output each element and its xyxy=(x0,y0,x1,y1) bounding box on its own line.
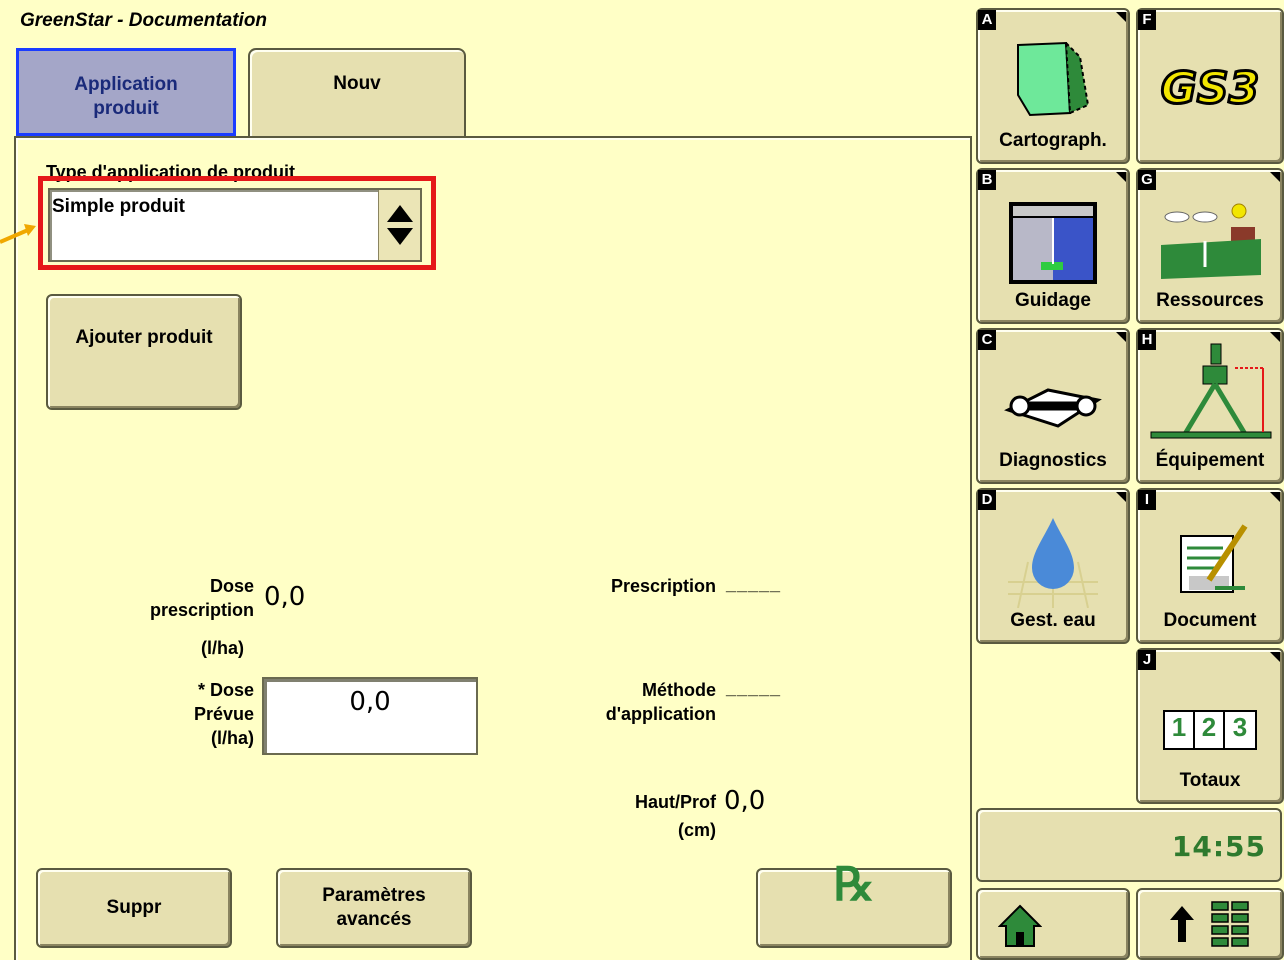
tile-letter: F xyxy=(1138,10,1156,30)
tab-label-line2: produit xyxy=(93,98,159,119)
dose-prescription-value: 0,0 xyxy=(264,582,306,612)
pointer-arrow-icon xyxy=(0,224,36,244)
totals-icon: 1 2 3 xyxy=(1138,710,1282,750)
corner-triangle-icon xyxy=(1116,172,1126,182)
tab-nouv[interactable]: Nouv xyxy=(248,48,466,136)
side-tile-cartograph[interactable]: A Cartograph. xyxy=(976,8,1130,164)
corner-triangle-icon xyxy=(1116,492,1126,502)
corner-triangle-icon xyxy=(1270,492,1280,502)
advanced-label-l2: avancés xyxy=(336,909,412,930)
side-tile-document[interactable]: I Document xyxy=(1136,488,1284,644)
app-title: GreenStar - Documentation xyxy=(20,10,268,31)
side-tile-guidage[interactable]: B Guidage xyxy=(976,168,1130,324)
tile-letter: B xyxy=(978,170,996,190)
tile-label: Gest. eau xyxy=(1010,610,1096,631)
advanced-settings-button[interactable]: Paramètres avancés xyxy=(276,868,472,948)
tab-label: Nouv xyxy=(333,73,381,94)
tile-label: Ressources xyxy=(1156,290,1264,311)
methode-application-label: Méthode d'application xyxy=(540,678,716,726)
side-tile-equipement[interactable]: H Équipement xyxy=(1136,328,1284,484)
tile-label: Totaux xyxy=(1179,770,1241,791)
dose-prescription-label: Dose prescription xyxy=(110,574,254,622)
tile-letter: D xyxy=(978,490,996,510)
totals-digit: 3 xyxy=(1225,712,1255,748)
gs3-logo-icon: GS3 xyxy=(1138,38,1282,138)
menu-up-button[interactable] xyxy=(1136,888,1284,960)
corner-triangle-icon xyxy=(1116,332,1126,342)
haut-prof-label: Haut/Prof xyxy=(635,792,716,812)
dose-prescription-label-l2: prescription xyxy=(149,600,254,620)
guidance-icon xyxy=(978,190,1128,290)
dose-prevue-label-l2: Prévue xyxy=(193,704,254,724)
tile-letter: I xyxy=(1138,490,1156,510)
dose-prevue-label-l1: * Dose xyxy=(197,680,254,700)
corner-triangle-icon xyxy=(1270,172,1280,182)
tab-application-produit[interactable]: Application produit xyxy=(16,48,236,136)
methode-label-l1: Méthode xyxy=(642,680,716,700)
tile-letter: G xyxy=(1138,170,1156,190)
dose-prescription-unit: (l/ha) xyxy=(201,638,244,658)
tile-label: Guidage xyxy=(1014,290,1091,311)
home-button[interactable] xyxy=(976,888,1130,960)
tab-label-line1: Application xyxy=(74,74,178,95)
add-product-button[interactable]: Ajouter produit xyxy=(46,294,242,410)
side-tile-gs3[interactable]: F GS3 xyxy=(1136,8,1284,164)
tile-label: Cartograph. xyxy=(999,130,1107,151)
home-icon xyxy=(998,904,1042,947)
implement-icon xyxy=(1138,340,1282,440)
prescription-label: Prescription xyxy=(610,576,716,596)
advanced-label-l1: Paramètres xyxy=(322,885,426,906)
up-arrow-menu-icon xyxy=(1170,901,1249,947)
clock-time: 14:55 xyxy=(1171,830,1266,863)
tile-label: Document xyxy=(1163,610,1257,631)
rx-button[interactable]: ℞ xyxy=(756,857,952,948)
farm-resources-icon xyxy=(1138,190,1282,290)
tile-letter: C xyxy=(978,330,996,350)
clock-panel: 14:55 xyxy=(976,808,1282,882)
totals-digit: 2 xyxy=(1195,712,1225,748)
side-tile-diagnostics[interactable]: C Diagnostics xyxy=(976,328,1130,484)
methode-application-value: _____ xyxy=(726,678,782,698)
document-pen-icon xyxy=(1138,510,1282,610)
haut-prof-value: 0,0 xyxy=(724,786,766,816)
gs3-logo-text: GS3 xyxy=(1159,61,1260,115)
add-product-label: Ajouter produit xyxy=(75,327,213,348)
corner-triangle-icon xyxy=(1270,652,1280,662)
tile-letter: J xyxy=(1138,650,1156,670)
side-tile-ressources[interactable]: G Ressources xyxy=(1136,168,1284,324)
wrench-book-icon xyxy=(978,350,1128,450)
field-map-icon xyxy=(978,30,1128,130)
tile-label: Équipement xyxy=(1155,450,1265,471)
tile-letter: A xyxy=(978,10,996,30)
totals-digit: 1 xyxy=(1165,712,1195,748)
rx-icon: ℞ xyxy=(833,857,875,911)
corner-triangle-icon xyxy=(1116,12,1126,22)
prescription-value: _____ xyxy=(726,574,782,594)
dose-prevue-label: * Dose Prévue (l/ha) xyxy=(150,678,254,750)
haut-prof-unit: (cm) xyxy=(677,820,716,840)
delete-label: Suppr xyxy=(106,897,162,918)
dose-prevue-input[interactable]: 0,0 xyxy=(262,677,478,755)
dose-prescription-label-l1: Dose xyxy=(209,576,254,596)
delete-button[interactable]: Suppr xyxy=(36,868,232,948)
highlight-frame xyxy=(38,176,436,270)
dose-prevue-unit: (l/ha) xyxy=(211,728,254,748)
side-tile-gest-eau[interactable]: D Gest. eau xyxy=(976,488,1130,644)
side-tile-totaux[interactable]: J 1 2 3 Totaux xyxy=(1136,648,1284,804)
tile-label: Diagnostics xyxy=(999,450,1107,471)
water-drop-icon xyxy=(978,510,1128,610)
methode-label-l2: d'application xyxy=(605,704,716,724)
